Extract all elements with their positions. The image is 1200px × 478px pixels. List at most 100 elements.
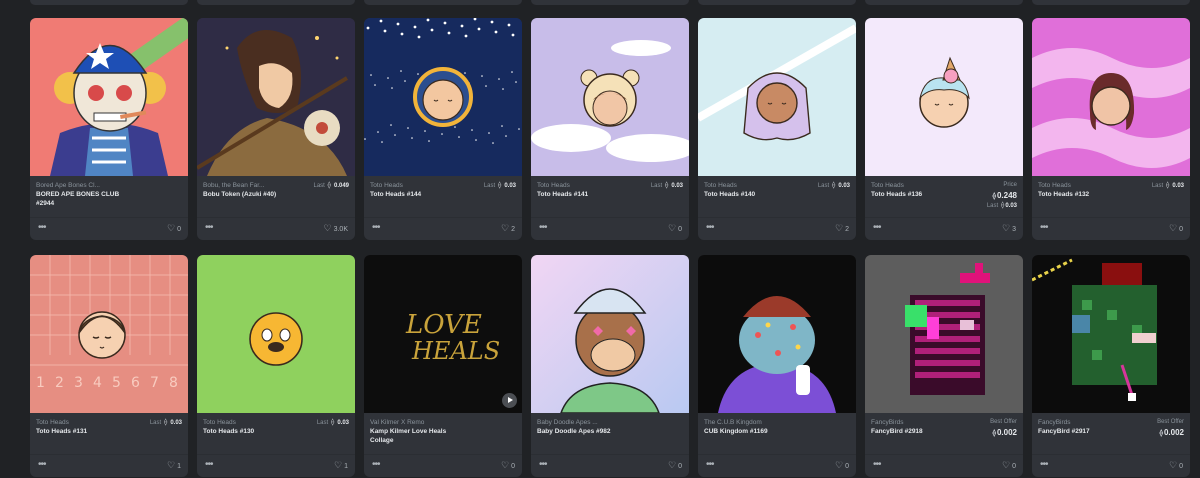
nft-title[interactable]: Toto Heads #130 [203,427,303,436]
nft-image[interactable] [698,18,856,176]
like-count: 1 [177,463,181,470]
nft-image[interactable] [865,18,1023,176]
nft-image[interactable] [364,18,522,176]
collection-name[interactable]: Val Kilmer X Remo [370,418,462,427]
eth-icon: ⟠ [992,430,996,437]
nft-title[interactable]: BORED APE BONES CLUB #2944 [36,190,136,208]
like-count: 1 [344,463,348,470]
favorite-button[interactable]: ♡ 3.0K [324,224,348,234]
nft-card[interactable]: LOVE HEALS Val Kilmer X Remo Kamp Kilmer… [364,255,522,477]
more-options-icon[interactable]: ••• [205,460,213,470]
nft-card[interactable]: Toto Heads Toto Heads #141 Last ⟠ 0.03 ••… [531,18,689,240]
like-count: 0 [1179,226,1183,233]
track-number: 6 [131,375,140,391]
more-options-icon[interactable]: ••• [38,223,46,233]
nft-title[interactable]: Baby Doodle Apes #982 [537,427,637,436]
nft-title[interactable]: Toto Heads #132 [1038,190,1138,199]
nft-image[interactable] [1032,18,1190,176]
more-options-icon[interactable]: ••• [539,460,547,470]
favorite-button[interactable]: ♡ 1 [167,461,181,471]
collection-name[interactable]: Toto Heads [871,181,963,190]
nft-title[interactable]: FancyBird #2917 [1038,427,1138,436]
like-count: 3 [1012,226,1016,233]
favorite-button[interactable]: ♡ 0 [167,224,181,234]
nft-image[interactable] [1032,255,1190,413]
favorite-button[interactable]: ♡ 0 [835,461,849,471]
nft-image[interactable] [197,255,355,413]
like-count: 0 [1012,463,1016,470]
collection-name[interactable]: FancyBirds [1038,418,1130,427]
nft-card[interactable]: FancyBirds FancyBird #2918 Best Offer ⟠0… [865,255,1023,477]
nft-title[interactable]: Toto Heads #141 [537,190,637,199]
nft-image[interactable] [865,255,1023,413]
favorite-button[interactable]: ♡ 2 [835,224,849,234]
nft-title[interactable]: Kamp Kilmer Love Heals Collage [370,427,470,445]
collection-name[interactable]: Bobu, the Bean Far... [203,181,295,190]
eth-icon: ⟠ [992,193,996,200]
more-options-icon[interactable]: ••• [1040,460,1048,470]
collection-name[interactable]: The C.U.B Kingdom [704,418,796,427]
nft-image[interactable]: LOVE HEALS [364,255,522,413]
more-options-icon[interactable]: ••• [706,460,714,470]
nft-card[interactable]: The C.U.B Kingdom CUB Kingdom #1169 ••• … [698,255,856,477]
collection-name[interactable]: Toto Heads [203,418,295,427]
nft-card[interactable]: FancyBirds FancyBird #2917 Best Offer ⟠0… [1032,255,1190,477]
nft-image[interactable] [531,255,689,413]
card-footer: ••• ♡ 3.0K [197,217,355,240]
favorite-button[interactable]: ♡ 3 [1002,224,1016,234]
heart-icon: ♡ [668,223,677,233]
card-footer: ••• ♡ 2 [364,217,522,240]
play-icon[interactable] [502,393,517,408]
favorite-button[interactable]: ♡ 0 [1169,224,1183,234]
collection-name[interactable]: Toto Heads [537,181,629,190]
nft-card[interactable]: Bobu, the Bean Far... Bobu Token (Azuki … [197,18,355,240]
more-options-icon[interactable]: ••• [873,460,881,470]
more-options-icon[interactable]: ••• [1040,223,1048,233]
collection-name[interactable]: Toto Heads [36,418,128,427]
nft-image[interactable] [531,18,689,176]
favorite-button[interactable]: ♡ 0 [668,461,682,471]
nft-image[interactable] [698,255,856,413]
collection-name[interactable]: Baby Doodle Apes ... [537,418,629,427]
collection-name[interactable]: FancyBirds [871,418,963,427]
collection-name[interactable]: Bored Ape Bones Cl... [36,181,128,190]
more-options-icon[interactable]: ••• [873,223,881,233]
favorite-button[interactable]: ♡ 2 [501,224,515,234]
more-options-icon[interactable]: ••• [38,460,46,470]
collection-name[interactable]: Toto Heads [1038,181,1130,190]
nft-card[interactable]: 12345678 Toto Heads Toto Heads #131 Last… [30,255,188,477]
more-options-icon[interactable]: ••• [205,223,213,233]
like-count: 0 [845,463,849,470]
favorite-button[interactable]: ♡ 0 [1002,461,1016,471]
nft-image[interactable]: 12345678 [30,255,188,413]
favorite-button[interactable]: ♡ 0 [668,224,682,234]
nft-title[interactable]: CUB Kingdom #1169 [704,427,804,436]
nft-title[interactable]: FancyBird #2918 [871,427,971,436]
nft-card[interactable]: Bored Ape Bones Cl... BORED APE BONES CL… [30,18,188,240]
heart-icon: ♡ [1169,223,1178,233]
more-options-icon[interactable]: ••• [539,223,547,233]
nft-card[interactable]: Toto Heads Toto Heads #130 Last ⟠ 0.03 ••… [197,255,355,477]
nft-card[interactable]: Toto Heads Toto Heads #136 Price ⟠0.248 … [865,18,1023,240]
more-options-icon[interactable]: ••• [706,223,714,233]
nft-card[interactable]: Baby Doodle Apes ... Baby Doodle Apes #9… [531,255,689,477]
nft-image[interactable] [30,18,188,176]
nft-card[interactable]: Toto Heads Toto Heads #144 Last ⟠ 0.03 ••… [364,18,522,240]
nft-title[interactable]: Toto Heads #140 [704,190,804,199]
nft-image[interactable] [197,18,355,176]
nft-card[interactable]: Toto Heads Toto Heads #132 Last ⟠ 0.03 ••… [1032,18,1190,240]
nft-title[interactable]: Toto Heads #136 [871,190,971,199]
more-options-icon[interactable]: ••• [372,460,380,470]
price-box: Price ⟠0.248 Last ⟠0.03 [987,181,1017,210]
favorite-button[interactable]: ♡ 0 [501,461,515,471]
collection-name[interactable]: Toto Heads [370,181,462,190]
nft-title[interactable]: Toto Heads #144 [370,190,470,199]
favorite-button[interactable]: ♡ 1 [334,461,348,471]
collection-name[interactable]: Toto Heads [704,181,796,190]
nft-title[interactable]: Bobu Token (Azuki #40) [203,190,303,199]
more-options-icon[interactable]: ••• [372,223,380,233]
nft-title[interactable]: Toto Heads #131 [36,427,136,436]
like-count: 2 [511,226,515,233]
nft-card[interactable]: Toto Heads Toto Heads #140 Last ⟠ 0.03 ••… [698,18,856,240]
favorite-button[interactable]: ♡ 0 [1169,461,1183,471]
